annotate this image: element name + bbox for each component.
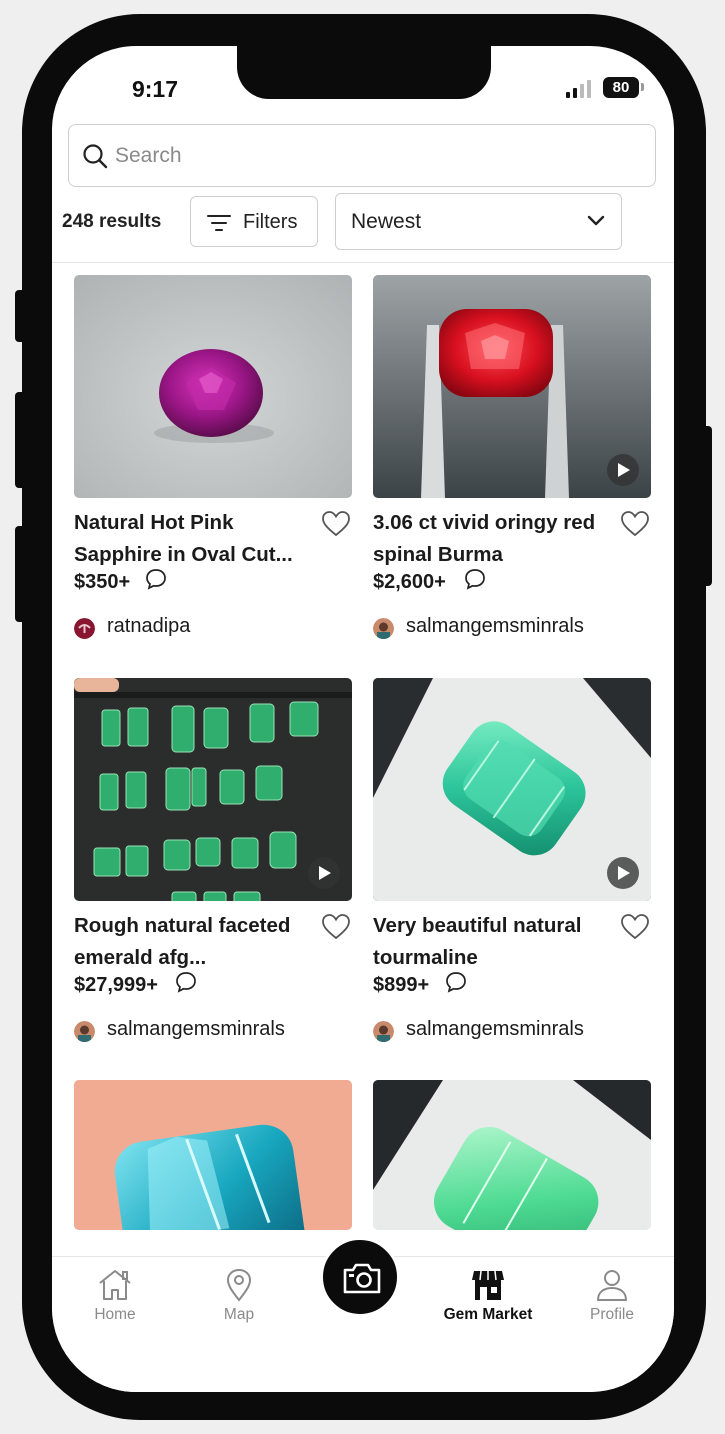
listing-title[interactable]: Rough natural faceted emerald afg... bbox=[74, 910, 322, 974]
search-icon bbox=[83, 144, 108, 169]
green-tourmaline-photo[interactable] bbox=[373, 678, 651, 901]
product-card[interactable]: 3.06 ct vivid oringy red spinal Burma $2… bbox=[373, 275, 651, 647]
sort-dropdown[interactable]: Newest bbox=[335, 193, 622, 250]
user-icon bbox=[597, 1270, 627, 1301]
camera-icon bbox=[343, 1263, 381, 1294]
play-video-button[interactable] bbox=[607, 857, 639, 889]
filters-button[interactable]: Filters bbox=[190, 196, 318, 247]
nav-home[interactable]: Home bbox=[60, 1268, 170, 1338]
nav-map[interactable]: Map bbox=[184, 1268, 294, 1338]
heart-icon[interactable] bbox=[322, 511, 350, 537]
nav-gem-market-label: Gem Market bbox=[443, 1306, 533, 1323]
cellular-signal-icon bbox=[566, 80, 594, 98]
product-card[interactable]: Very beautiful natural tourmaline $899+ … bbox=[373, 678, 651, 1050]
play-icon bbox=[319, 866, 331, 880]
app-screen: 9:17 80 248 results Filters Newest bbox=[52, 46, 674, 1392]
status-time: 9:17 bbox=[131, 76, 179, 102]
seller-name[interactable]: salmangemsminrals bbox=[107, 1018, 285, 1041]
power-button bbox=[700, 426, 712, 586]
nav-gem-market[interactable]: Gem Market bbox=[433, 1268, 543, 1338]
seller-name[interactable]: salmangemsminrals bbox=[406, 615, 584, 638]
red-spinel-photo[interactable] bbox=[373, 275, 651, 498]
product-card[interactable]: Natural Hot Pink Sapphire in Oval Cut...… bbox=[74, 275, 352, 647]
listing-price: $350+ bbox=[74, 571, 131, 593]
volume-down-button bbox=[15, 526, 27, 622]
map-pin-icon bbox=[226, 1268, 252, 1302]
listing-title[interactable]: Very beautiful natural tourmaline bbox=[373, 910, 621, 974]
store-icon bbox=[472, 1270, 504, 1300]
play-video-button[interactable] bbox=[607, 454, 639, 486]
listing-title[interactable]: 3.06 ct vivid oringy red spinal Burma bbox=[373, 507, 621, 571]
mint-tourmaline-photo[interactable] bbox=[373, 1080, 651, 1230]
seller-avatar bbox=[373, 1021, 394, 1042]
chat-bubble-icon bbox=[446, 972, 466, 993]
search-input[interactable] bbox=[115, 135, 635, 177]
product-card[interactable] bbox=[373, 1080, 651, 1230]
home-icon bbox=[99, 1270, 131, 1300]
chevron-down-icon bbox=[587, 215, 605, 226]
product-card[interactable]: Rough natural faceted emerald afg... $27… bbox=[74, 678, 352, 1050]
play-icon bbox=[618, 866, 630, 880]
sort-selected-value: Newest bbox=[351, 210, 422, 233]
chat-bubble-icon bbox=[146, 569, 166, 590]
volume-up-button bbox=[15, 392, 27, 488]
mute-switch bbox=[15, 290, 27, 342]
listing-title[interactable]: Natural Hot Pink Sapphire in Oval Cut... bbox=[74, 507, 322, 571]
seller-name[interactable]: ratnadipa bbox=[107, 615, 190, 638]
rough-emeralds-photo[interactable] bbox=[74, 678, 352, 901]
nav-map-label: Map bbox=[223, 1306, 255, 1323]
battery-cap bbox=[641, 83, 644, 91]
seller-name[interactable]: salmangemsminrals bbox=[406, 1018, 584, 1041]
seller-avatar bbox=[373, 618, 394, 639]
product-card[interactable] bbox=[74, 1080, 352, 1230]
seller-avatar bbox=[74, 618, 95, 639]
listing-price: $899+ bbox=[373, 974, 430, 996]
toolbar-divider bbox=[52, 262, 674, 263]
seller-avatar bbox=[74, 1021, 95, 1042]
nav-profile-label: Profile bbox=[590, 1306, 634, 1323]
chat-bubble-icon bbox=[465, 569, 485, 590]
camera-button[interactable] bbox=[320, 1237, 400, 1317]
heart-icon[interactable] bbox=[322, 914, 350, 940]
search-bar[interactable] bbox=[68, 124, 656, 187]
listing-price: $27,999+ bbox=[74, 974, 158, 996]
battery-icon: 80 bbox=[603, 77, 639, 98]
results-count: 248 results bbox=[62, 211, 162, 232]
filters-label: Filters bbox=[243, 211, 298, 233]
play-icon bbox=[618, 463, 630, 477]
pink-sapphire-photo[interactable] bbox=[74, 275, 352, 498]
listing-price: $2,600+ bbox=[373, 571, 446, 593]
play-video-button[interactable] bbox=[308, 857, 340, 889]
nav-profile[interactable]: Profile bbox=[557, 1268, 667, 1338]
blue-tourmaline-photo[interactable] bbox=[74, 1080, 352, 1230]
chat-bubble-icon bbox=[176, 972, 196, 993]
nav-home-label: Home bbox=[94, 1306, 136, 1323]
heart-icon[interactable] bbox=[621, 511, 649, 537]
heart-icon[interactable] bbox=[621, 914, 649, 940]
notch bbox=[237, 46, 491, 99]
filter-lines-icon bbox=[207, 215, 231, 231]
